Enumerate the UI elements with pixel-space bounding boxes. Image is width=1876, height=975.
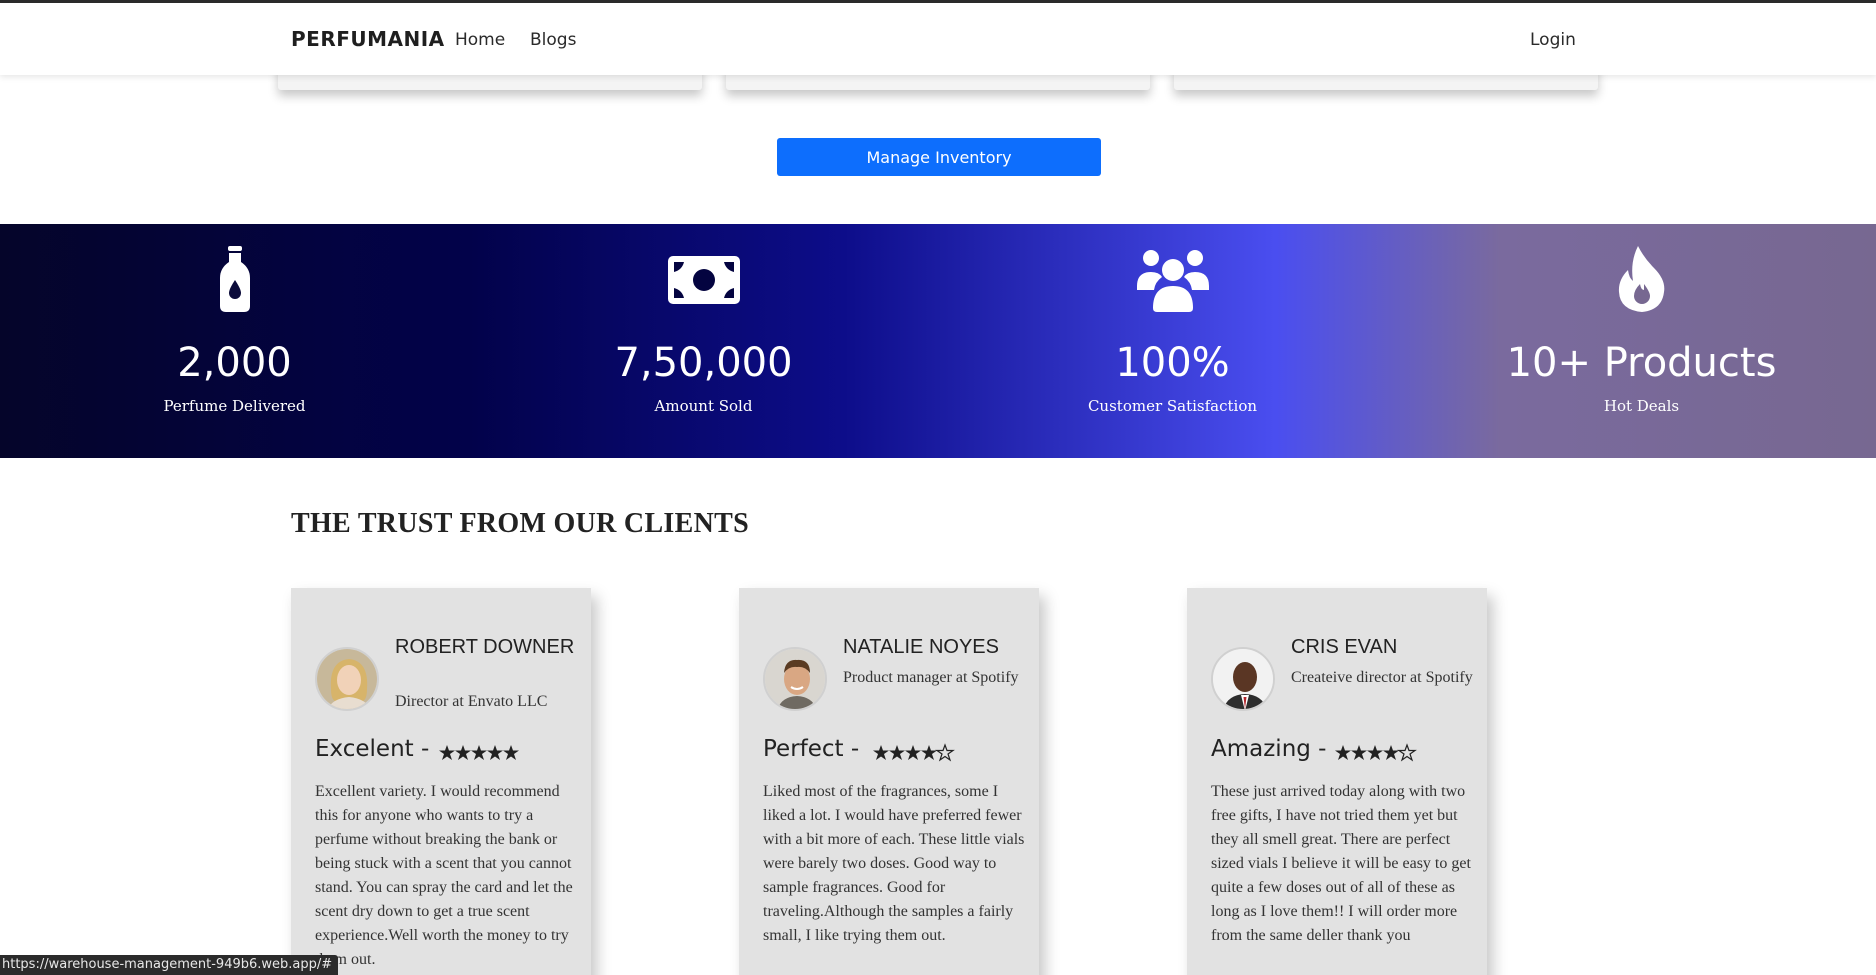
stat-value: 10+ Products (1506, 340, 1777, 386)
manage-inventory-button[interactable]: Manage Inventory (777, 138, 1101, 176)
review-card: ROBERT DOWNER Director at Envato LLC Exc… (291, 588, 591, 975)
rating-stars (1335, 743, 1417, 762)
stat-amount-sold: 7,50,000 Amount Sold (469, 224, 938, 458)
stat-perfume-delivered: 2,000 Perfume Delivered (0, 224, 469, 458)
review-headline: Perfect - (763, 736, 860, 762)
avatar (1211, 647, 1275, 711)
nav-link-home[interactable]: Home (455, 30, 505, 50)
nav-link-login[interactable]: Login (1530, 30, 1576, 50)
review-card: CRIS EVAN Createive director at Spotify … (1187, 588, 1487, 975)
review-text: Liked most of the fragrances, some I lik… (763, 783, 1025, 944)
stat-customer-satisfaction: 100% Customer Satisfaction (938, 224, 1407, 458)
stat-label: Perfume Delivered (163, 397, 306, 415)
rating-stars (873, 743, 955, 762)
reviewer-name: NATALIE NOYES (843, 636, 999, 658)
review-card: NATALIE NOYES Product manager at Spotify… (739, 588, 1039, 975)
stat-value: 100% (1115, 340, 1230, 386)
users-icon (1136, 250, 1209, 312)
testimonials-title: THE TRUST FROM OUR CLIENTS (291, 508, 749, 539)
rating-stars (439, 745, 519, 760)
reviewer-role: Product manager at Spotify (843, 669, 1019, 686)
stat-value: 7,50,000 (614, 340, 793, 386)
stat-label: Hot Deals (1603, 397, 1680, 415)
stat-label: Customer Satisfaction (1087, 397, 1258, 415)
review-text: These just arrived today along with two … (1211, 783, 1471, 944)
stats-banner: 2,000 Perfume Delivered 7,50,000 Amount … (0, 224, 1876, 458)
brand-logo[interactable]: PERFUMANIA (291, 27, 445, 51)
perfume-bottle-icon (219, 246, 250, 312)
stat-hot-deals: 10+ Products Hot Deals (1407, 224, 1876, 458)
fire-icon (1618, 246, 1664, 312)
reviewer-name: CRIS EVAN (1291, 636, 1398, 658)
reviewer-name: ROBERT DOWNER (395, 636, 575, 658)
review-text: Excellent variety. I would recommend thi… (315, 783, 573, 968)
nav-link-blogs[interactable]: Blogs (530, 30, 576, 50)
top-navbar: PERFUMANIA Home Blogs Login (0, 3, 1876, 75)
review-headline: Excelent - (315, 736, 430, 762)
avatar (763, 647, 827, 711)
reviewer-role: Createive director at Spotify (1291, 669, 1473, 686)
stat-label: Amount Sold (654, 397, 753, 415)
avatar (315, 647, 379, 711)
link-status-bar: https://warehouse-management-949b6.web.a… (0, 955, 339, 975)
review-headline: Amazing - (1211, 736, 1327, 762)
stat-value: 2,000 (177, 340, 292, 386)
money-bill-icon (667, 256, 740, 304)
reviewer-role: Director at Envato LLC (395, 693, 548, 710)
